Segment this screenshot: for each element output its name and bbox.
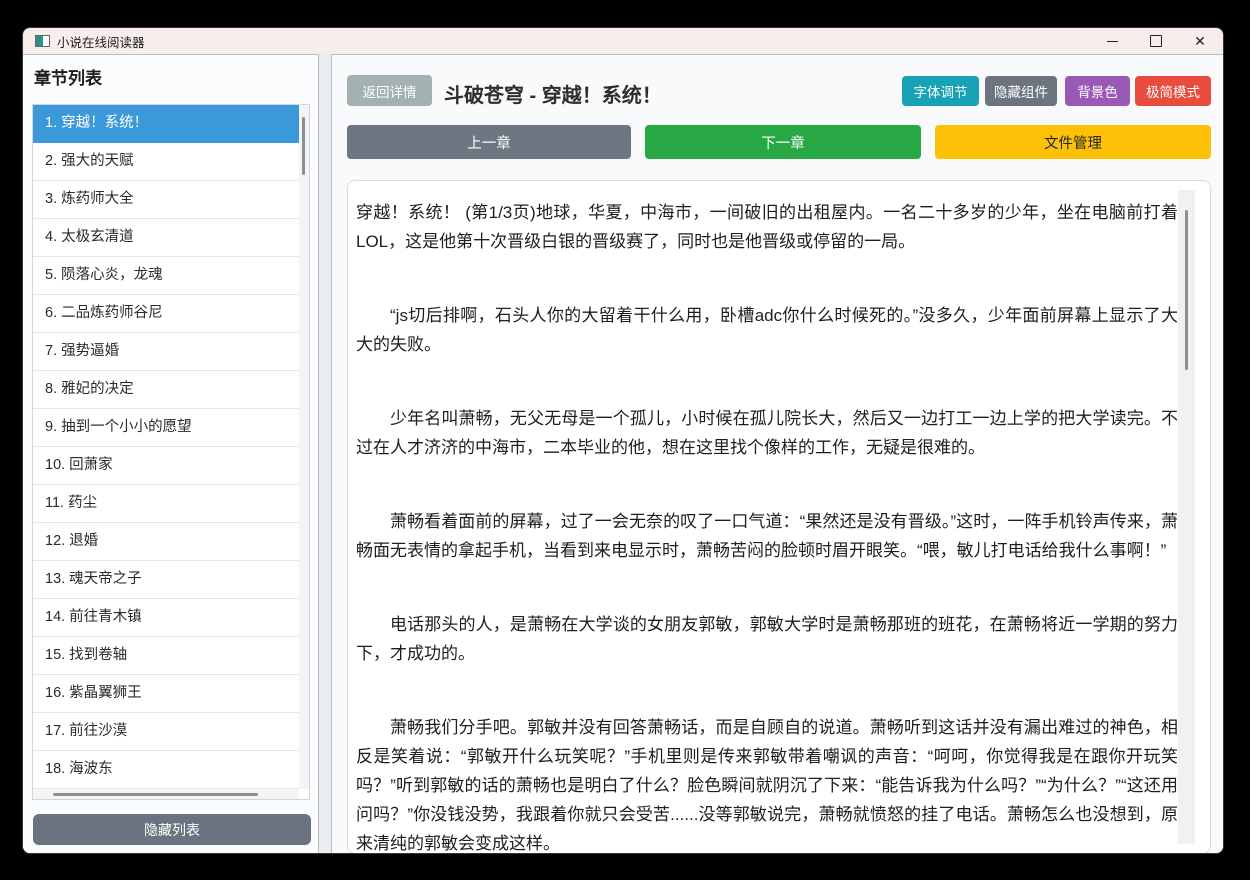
prev-chapter-button[interactable]: 上一章 bbox=[347, 125, 631, 159]
app-window: 小说在线阅读器 ✕ 章节列表 1. 穿越！系统！ 2. 强大的天赋 3. 炼药师大全… bbox=[22, 27, 1224, 854]
chapter-sidebar: 章节列表 1. 穿越！系统！ 2. 强大的天赋 3. 炼药师大全 4. 太极玄清道 5.… bbox=[23, 54, 319, 853]
paragraph: 穿越！系统！ (第1/3页)地球，华夏，中海市，一间破旧的出租屋内。一名二十多岁… bbox=[356, 203, 1178, 251]
window-controls: ✕ bbox=[1105, 28, 1207, 54]
font-adjust-button[interactable]: 字体调节 bbox=[902, 76, 979, 106]
close-icon[interactable]: ✕ bbox=[1193, 34, 1207, 48]
panel-divider bbox=[319, 54, 331, 853]
chapter-item[interactable]: 3. 炼药师大全 bbox=[33, 181, 299, 219]
minimal-mode-button[interactable]: 极简模式 bbox=[1135, 76, 1211, 106]
app-icon bbox=[35, 35, 50, 47]
chapter-list-vertical-scrollbar[interactable] bbox=[299, 105, 309, 789]
chapter-item[interactable]: 11. 药尘 bbox=[33, 485, 299, 523]
paragraph: 萧畅看着面前的屏幕，过了一会无奈的叹了一口气道：“果然还是没有晋级。”这时，一阵… bbox=[356, 512, 1178, 560]
chapter-title: 斗破苍穹 - 穿越！系统！ bbox=[444, 85, 662, 107]
chapter-item[interactable]: 14. 前往青木镇 bbox=[33, 599, 299, 637]
reader-vertical-scrollbar[interactable] bbox=[1178, 190, 1195, 844]
paragraph: “js切后排啊，石头人你的大留着干什么用，卧槽adc你什么时候死的。”没多久，少… bbox=[356, 306, 1178, 354]
file-manager-button[interactable]: 文件管理 bbox=[935, 125, 1211, 159]
hide-widgets-button[interactable]: 隐藏组件 bbox=[985, 76, 1057, 106]
titlebar: 小说在线阅读器 ✕ bbox=[23, 28, 1223, 54]
chapter-item[interactable]: 7. 强势逼婚 bbox=[33, 333, 299, 371]
paragraph: 少年名叫萧畅，无父无母是一个孤儿，小时候在孤儿院长大，然后又一边打工一边上学的把… bbox=[356, 409, 1178, 457]
chapter-item[interactable]: 15. 找到卷轴 bbox=[33, 637, 299, 675]
back-to-details-button[interactable]: 返回详情 bbox=[347, 75, 432, 106]
chapter-item[interactable]: 6. 二品炼药师谷尼 bbox=[33, 295, 299, 333]
chapter-list-horizontal-scrollbar-thumb[interactable] bbox=[53, 793, 258, 796]
chapter-list-horizontal-scrollbar[interactable] bbox=[33, 789, 299, 799]
reader-text: 穿越！系统！ (第1/3页)地球，华夏，中海市，一间破旧的出租屋内。一名二十多岁… bbox=[356, 198, 1178, 853]
hide-list-button[interactable]: 隐藏列表 bbox=[33, 814, 311, 845]
chapter-item[interactable]: 4. 太极玄清道 bbox=[33, 219, 299, 257]
maximize-icon[interactable] bbox=[1149, 34, 1163, 48]
chapter-item[interactable]: 8. 雅妃的决定 bbox=[33, 371, 299, 409]
minimize-icon[interactable] bbox=[1105, 34, 1119, 48]
chapter-item[interactable]: 17. 前往沙漠 bbox=[33, 713, 299, 751]
content: 章节列表 1. 穿越！系统！ 2. 强大的天赋 3. 炼药师大全 4. 太极玄清道 5.… bbox=[23, 54, 1223, 853]
background-color-button[interactable]: 背景色 bbox=[1065, 76, 1130, 106]
chapter-item-selected[interactable]: 1. 穿越！系统！ bbox=[33, 105, 299, 143]
chapter-item[interactable]: 5. 陨落心炎，龙魂 bbox=[33, 257, 299, 295]
chapter-item[interactable]: 12. 退婚 bbox=[33, 523, 299, 561]
app-title: 小说在线阅读器 bbox=[57, 35, 145, 50]
chapter-item[interactable]: 10. 回萧家 bbox=[33, 447, 299, 485]
chapter-item[interactable]: 9. 抽到一个小小的愿望 bbox=[33, 409, 299, 447]
chapter-list: 1. 穿越！系统！ 2. 强大的天赋 3. 炼药师大全 4. 太极玄清道 5. 陨落心炎… bbox=[32, 104, 310, 800]
reader-vertical-scrollbar-thumb[interactable] bbox=[1185, 210, 1188, 370]
chapter-list-vertical-scrollbar-thumb[interactable] bbox=[302, 117, 305, 175]
chapter-list-items: 1. 穿越！系统！ 2. 强大的天赋 3. 炼药师大全 4. 太极玄清道 5. 陨落心炎… bbox=[33, 105, 309, 789]
chapter-item[interactable]: 16. 紫晶翼狮王 bbox=[33, 675, 299, 713]
next-chapter-button[interactable]: 下一章 bbox=[645, 125, 921, 159]
chapter-item[interactable]: 2. 强大的天赋 bbox=[33, 143, 299, 181]
paragraph: 萧畅我们分手吧。郭敏并没有回答萧畅话，而是自顾自的说道。萧畅听到这话并没有漏出难… bbox=[356, 718, 1178, 853]
reader-panel: 返回详情 斗破苍穹 - 穿越！系统！ 字体调节 隐藏组件 背景色 极简模式 上一… bbox=[331, 54, 1223, 853]
chapter-list-header: 章节列表 bbox=[34, 69, 102, 88]
reader-text-area[interactable]: 穿越！系统！ (第1/3页)地球，华夏，中海市，一间破旧的出租屋内。一名二十多岁… bbox=[347, 180, 1211, 853]
chapter-item[interactable]: 13. 魂天帝之子 bbox=[33, 561, 299, 599]
chapter-item[interactable]: 18. 海波东 bbox=[33, 751, 299, 789]
paragraph: 电话那头的人，是萧畅在大学谈的女朋友郭敏，郭敏大学时是萧畅那班的班花，在萧畅将近… bbox=[356, 615, 1178, 663]
